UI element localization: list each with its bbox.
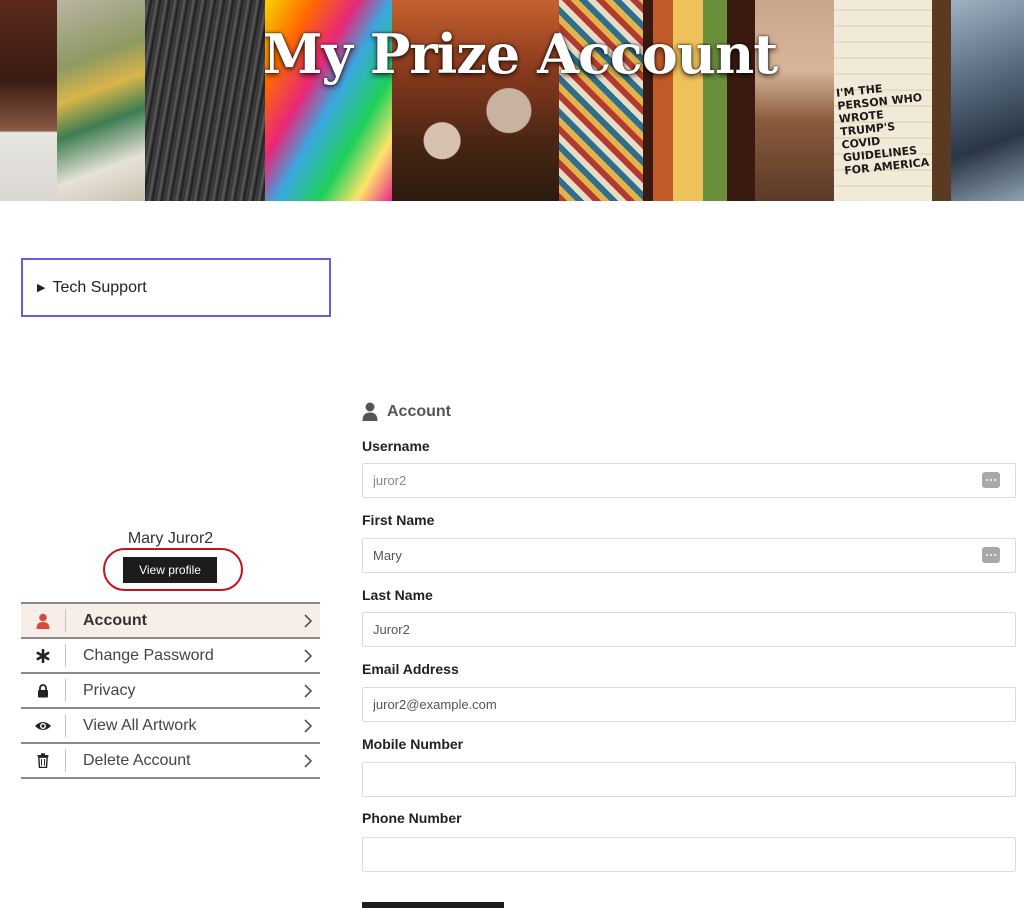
profile-name: Mary Juror2 — [127, 530, 214, 547]
menu-item-view-all-artwork[interactable]: View All Artwork — [21, 709, 320, 744]
username-field[interactable] — [362, 463, 1016, 498]
eye-icon — [35, 721, 51, 730]
section-heading: Account — [362, 402, 451, 421]
page-title: My Prize Account — [262, 22, 778, 86]
menu-item-account[interactable]: Account — [21, 604, 320, 639]
phone-label: Phone Number — [362, 810, 462, 826]
username-label: Username — [362, 438, 430, 454]
trash-icon — [37, 753, 49, 768]
account-menu: Account Change Password Privacy View All… — [21, 602, 320, 779]
email-label: Email Address — [362, 661, 459, 677]
chevron-right-icon — [304, 613, 313, 628]
user-icon — [362, 402, 378, 421]
menu-item-privacy[interactable]: Privacy — [21, 674, 320, 709]
first-name-label: First Name — [362, 512, 435, 528]
password-manager-icon[interactable] — [982, 472, 1000, 488]
mobile-label: Mobile Number — [362, 736, 464, 752]
chevron-right-icon — [304, 648, 313, 663]
last-name-field[interactable] — [362, 612, 1016, 647]
artwork-sign-text: I'M THE PERSON WHO WROTE TRUMP'S COVID G… — [835, 82, 930, 178]
password-manager-icon[interactable] — [982, 547, 1000, 563]
email-field[interactable] — [362, 687, 1016, 722]
menu-item-label: Account — [83, 611, 147, 629]
disclosure-triangle-icon: ▶ — [37, 282, 46, 294]
menu-item-label: Change Password — [83, 646, 214, 664]
first-name-field[interactable] — [362, 538, 1016, 573]
view-profile-button[interactable]: View profile — [123, 557, 217, 583]
menu-item-label: Delete Account — [83, 751, 191, 769]
lock-icon — [38, 683, 48, 697]
menu-item-delete-account[interactable]: Delete Account — [21, 744, 320, 779]
tech-support-toggle[interactable]: ▶ Tech Support — [21, 258, 331, 317]
asterisk-icon — [36, 648, 50, 663]
menu-item-label: View All Artwork — [83, 716, 197, 734]
user-icon — [36, 613, 50, 629]
menu-item-label: Privacy — [83, 681, 136, 699]
section-title: Account — [387, 402, 451, 420]
last-name-label: Last Name — [362, 587, 433, 603]
menu-item-change-password[interactable]: Change Password — [21, 639, 320, 674]
mobile-field[interactable] — [362, 762, 1016, 797]
chevron-right-icon — [304, 753, 313, 768]
chevron-right-icon — [304, 683, 313, 698]
chevron-right-icon — [304, 718, 313, 733]
tech-support-label: Tech Support — [52, 278, 147, 296]
phone-field[interactable] — [362, 837, 1016, 872]
header-banner: I'M THE PERSON WHO WROTE TRUMP'S COVID G… — [0, 0, 1024, 201]
submit-button[interactable] — [362, 902, 504, 908]
